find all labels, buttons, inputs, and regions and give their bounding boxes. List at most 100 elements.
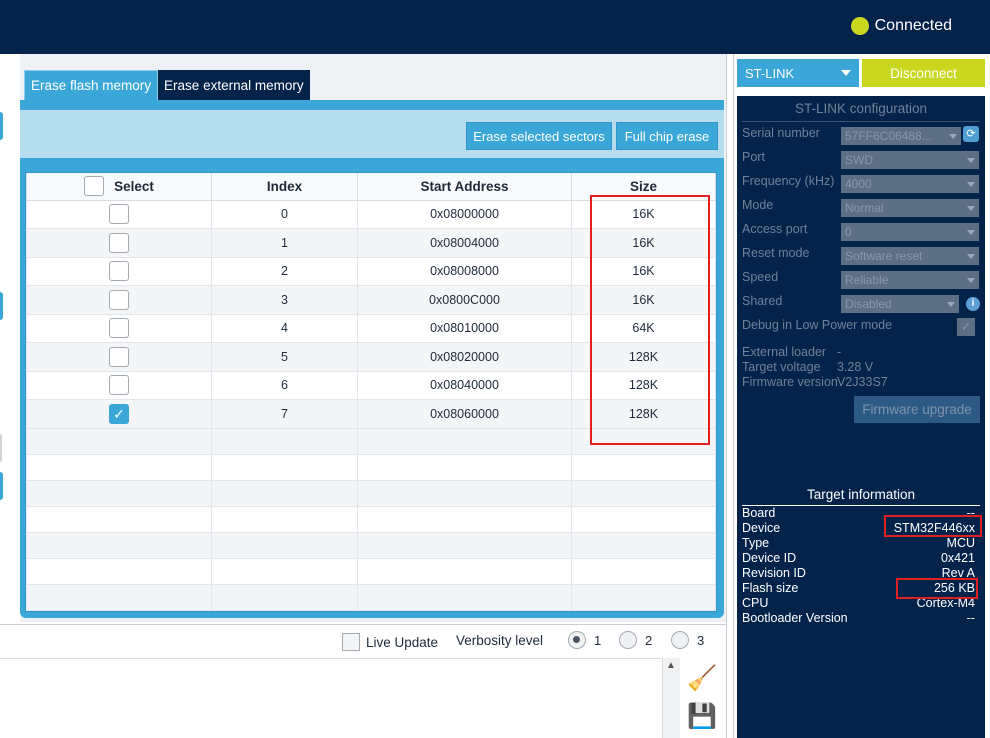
row-select-cell xyxy=(26,313,212,343)
empty-cell xyxy=(571,557,716,585)
device-id-label: Device ID xyxy=(742,551,797,565)
access-port-select[interactable]: 0 xyxy=(841,223,979,241)
table-row[interactable]: 3 0x0800C000 16K xyxy=(26,285,716,315)
shared-select[interactable]: Disabled xyxy=(841,295,959,313)
empty-cell xyxy=(571,505,716,533)
erase-selected-sectors-button[interactable]: Erase selected sectors xyxy=(466,122,612,150)
live-update-label: Live Update xyxy=(366,634,439,650)
config-title: ST-LINK configuration xyxy=(794,101,928,116)
empty-cell xyxy=(26,479,212,507)
empty-row xyxy=(26,427,716,455)
interface-select-value: ST-LINK xyxy=(745,65,795,81)
empty-cell xyxy=(571,583,716,611)
empty-cell xyxy=(571,427,716,455)
table-row[interactable]: 1 0x08004000 16K xyxy=(26,228,716,258)
sector-checkbox[interactable] xyxy=(109,375,129,396)
low-power-checkbox[interactable]: ✓ xyxy=(957,318,975,336)
port-select[interactable]: SWD xyxy=(841,151,979,169)
empty-row xyxy=(26,531,716,559)
firmware-upgrade-button[interactable]: Firmware upgrade xyxy=(854,396,980,423)
tab-erase-external-memory[interactable]: Erase external memory xyxy=(158,70,310,100)
start-address-cell: 0x08008000 xyxy=(357,256,572,286)
revision-id-label: Revision ID xyxy=(742,566,806,580)
sector-checkbox[interactable] xyxy=(109,346,129,367)
table-row[interactable]: ✓ 7 0x08060000 128K xyxy=(26,399,716,429)
table-row[interactable]: 2 0x08008000 16K xyxy=(26,256,716,286)
tab-erase-flash-memory[interactable]: Erase flash memory xyxy=(24,70,159,100)
mode-select[interactable]: Normal xyxy=(841,199,979,217)
size-cell: 128K xyxy=(571,342,716,372)
shared-label: Shared xyxy=(742,294,783,308)
table-row[interactable]: 5 0x08020000 128K xyxy=(26,342,716,372)
target-info-divider xyxy=(742,505,980,506)
sector-checkbox[interactable] xyxy=(109,289,129,310)
verbosity-radio-2[interactable] xyxy=(619,631,637,649)
config-divider xyxy=(742,121,980,122)
cpu-label: CPU xyxy=(742,596,769,610)
verbosity-option-3[interactable]: 3 xyxy=(671,631,704,649)
status-dot-icon xyxy=(850,17,869,35)
speed-select[interactable]: Reliable xyxy=(841,271,979,289)
table-row[interactable]: 4 0x08010000 64K xyxy=(26,313,716,343)
chevron-down-icon xyxy=(967,206,975,211)
empty-cell xyxy=(357,453,572,481)
device-label: Device xyxy=(742,521,781,535)
table-row[interactable]: 0 0x08000000 16K xyxy=(26,199,716,229)
empty-cell xyxy=(26,453,212,481)
live-update-toggle[interactable]: Live Update xyxy=(342,633,438,651)
table-row[interactable]: 6 0x08040000 128K xyxy=(26,370,716,400)
verbosity-radio-1[interactable] xyxy=(568,631,586,649)
select-all-checkbox[interactable] xyxy=(84,176,105,197)
sector-checkbox[interactable] xyxy=(109,318,129,339)
clear-log-broom-icon[interactable]: 🧹 xyxy=(687,664,717,694)
log-scrollbar[interactable]: ▲ xyxy=(662,658,680,738)
start-address-cell: 0x0800C000 xyxy=(357,285,572,315)
sector-checkbox[interactable] xyxy=(109,204,129,225)
frequency-select[interactable]: 4000 xyxy=(841,175,979,193)
empty-cell xyxy=(357,557,572,585)
live-update-checkbox[interactable] xyxy=(342,633,360,651)
reset-mode-select[interactable]: Software reset xyxy=(841,247,979,265)
flash-size-label: Flash size xyxy=(742,581,799,595)
empty-cell xyxy=(211,453,358,481)
refresh-icon[interactable]: ⟳ xyxy=(963,126,979,142)
left-edge-button[interactable] xyxy=(0,292,3,320)
full-chip-erase-button[interactable]: Full chip erase xyxy=(616,122,718,150)
sector-checkbox[interactable] xyxy=(109,232,129,253)
frequency-value: 4000 xyxy=(845,177,872,191)
verbosity-radio-3[interactable] xyxy=(671,631,689,649)
size-cell: 16K xyxy=(571,256,716,286)
target-voltage-value: 3.28 V xyxy=(837,360,874,374)
verbosity-option-2[interactable]: 2 xyxy=(619,631,652,649)
column-header-select: Select xyxy=(26,173,212,201)
log-output[interactable] xyxy=(0,658,680,738)
info-icon[interactable]: i xyxy=(966,297,980,311)
serial-number-select[interactable]: 57FF6C06488... xyxy=(841,127,961,145)
index-cell: 6 xyxy=(211,370,358,400)
index-cell: 2 xyxy=(211,256,358,286)
chevron-down-icon xyxy=(949,134,957,139)
empty-row xyxy=(26,453,716,481)
reset-mode-value: Software reset xyxy=(845,249,923,263)
panel-divider[interactable] xyxy=(726,54,734,738)
verbosity-option-1[interactable]: 1 xyxy=(568,631,601,649)
index-cell: 5 xyxy=(211,342,358,372)
scroll-up-arrow-icon[interactable]: ▲ xyxy=(665,660,677,672)
left-edge-button[interactable] xyxy=(0,472,3,500)
left-edge-field[interactable] xyxy=(0,434,2,462)
save-log-icon[interactable]: 💾 xyxy=(687,702,717,732)
empty-cell xyxy=(211,427,358,455)
sector-checkbox[interactable] xyxy=(109,261,129,282)
left-edge-button[interactable] xyxy=(0,112,3,140)
interface-select[interactable]: ST-LINK xyxy=(737,59,859,87)
disconnect-button[interactable]: Disconnect xyxy=(862,59,985,87)
mode-label: Mode xyxy=(742,198,774,212)
sector-checkbox[interactable]: ✓ xyxy=(109,403,129,424)
device-value: STM32F446xx xyxy=(893,521,975,535)
chevron-down-icon xyxy=(967,254,975,259)
row-select-cell xyxy=(26,228,212,258)
serial-number-value: 57FF6C06488... xyxy=(845,129,932,143)
column-header-select-label: Select xyxy=(114,178,154,194)
chevron-down-icon xyxy=(967,278,975,283)
empty-cell xyxy=(357,505,572,533)
